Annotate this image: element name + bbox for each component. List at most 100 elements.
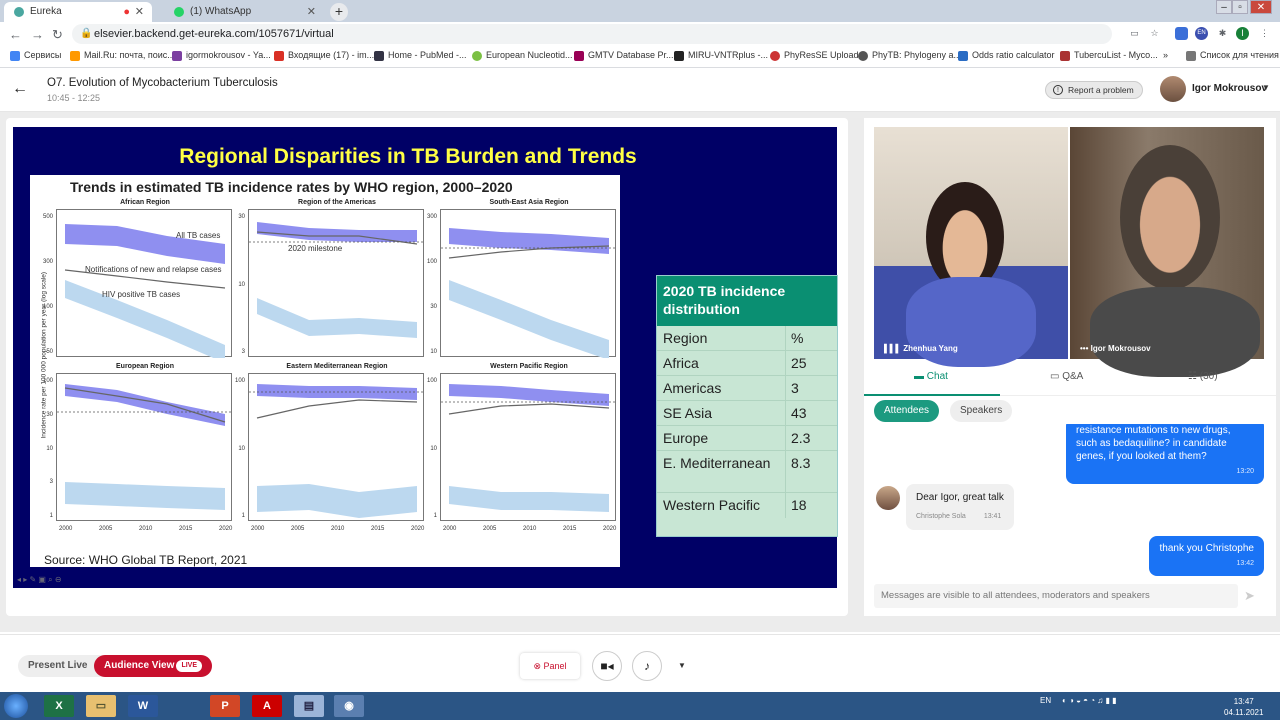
x-tick-label: 2020	[219, 526, 233, 532]
bookmark-item[interactable]: MIRU-VNTRplus -...	[674, 50, 768, 61]
back-icon[interactable]: ←	[9, 27, 22, 42]
bookmark-item[interactable]: GMTV Database Pr...	[574, 50, 674, 61]
audience-view-button[interactable]: Audience View LIVE	[94, 655, 212, 677]
more-icon[interactable]: •••	[1080, 344, 1091, 353]
user-name[interactable]: Igor Mokrousov	[1192, 83, 1267, 94]
microphone-icon: ♪	[644, 659, 650, 673]
new-tab-button[interactable]: +	[330, 3, 348, 21]
os-taskbar: X ▭ W P A ▤ ◉ EN ◐ ◑ ◒ ◓ ◔ ♫ ▮ ▮ 13:47 04…	[0, 692, 1280, 720]
chrome-icon[interactable]: ◉	[334, 695, 364, 717]
panel-plot	[249, 384, 425, 518]
bookmark-item[interactable]: PhyTB: Phylogeny a...	[858, 50, 961, 61]
chevron-down-icon[interactable]: ▼	[678, 661, 686, 670]
clock[interactable]: 13:47 04.11.2021	[1224, 696, 1263, 718]
bookmark-item[interactable]: TubercuList - Myco...	[1060, 50, 1158, 61]
y-tick-label: 100	[42, 304, 53, 310]
profile-avatar[interactable]: I	[1236, 27, 1249, 40]
tab-people[interactable]: ☷ (30)	[1188, 371, 1218, 382]
tray-icons[interactable]: ◐ ◑ ◒ ◓ ◔ ♫ ▮ ▮	[1062, 696, 1117, 705]
reading-list-icon	[1186, 51, 1196, 61]
tab-chat[interactable]: ▬ Chat	[914, 371, 948, 382]
puzzle-icon[interactable]: ✱	[1216, 27, 1229, 40]
tab-eureka[interactable]: Eureka ● ✕	[4, 2, 152, 22]
slide-source: Source: WHO Global TB Report, 2021	[44, 553, 248, 567]
x-tick-label: 2000	[59, 526, 73, 532]
notepad-icon[interactable]: ▤	[294, 695, 324, 717]
x-tick-label: 2005	[99, 526, 113, 532]
x-tick-label: 2005	[291, 526, 305, 532]
report-problem-button[interactable]: ! Report a problem	[1045, 81, 1143, 99]
table-row: Western Pacific 18	[657, 493, 837, 518]
reading-list[interactable]: Список для чтения	[1186, 50, 1279, 61]
bookmark-item[interactable]: igormokrousov - Ya...	[172, 50, 271, 61]
reload-icon[interactable]: ↻	[52, 27, 63, 43]
panel-americas: Region of the Americas 30 10 3	[238, 199, 425, 357]
microphone-button[interactable]: ♪	[632, 651, 662, 681]
bookmark-item[interactable]: Odds ratio calculator	[958, 50, 1055, 61]
tab-whatsapp[interactable]: (1) WhatsApp ✕	[164, 2, 324, 22]
extension-shield-icon[interactable]	[1175, 27, 1188, 40]
url-input[interactable]: 🔒 elsevier.backend.get-eureka.com/105767…	[72, 24, 1112, 44]
bookmark-item[interactable]: Mail.Ru: почта, поис...	[70, 50, 175, 61]
star-icon[interactable]: ☆	[1148, 27, 1161, 40]
bookmark-item[interactable]: Сервисы	[10, 50, 61, 61]
control-bar: Present Live Audience View LIVE ⊗ Panel …	[0, 634, 1280, 692]
hiv-band	[65, 482, 225, 510]
explorer-icon[interactable]: ▭	[86, 695, 116, 717]
close-tab-icon[interactable]: ✕	[307, 2, 316, 22]
language-indicator[interactable]: EN	[1040, 696, 1051, 705]
camera-button[interactable]: ■◂	[592, 651, 622, 681]
notification-line	[448, 403, 610, 415]
user-avatar[interactable]	[1160, 76, 1186, 102]
back-arrow-icon[interactable]: ←	[12, 80, 28, 98]
word-icon[interactable]: W	[128, 695, 158, 717]
gmtv-icon	[574, 51, 584, 61]
globe-icon	[858, 51, 868, 61]
bookmark-item[interactable]: European Nucleotid...	[472, 50, 573, 61]
menu-icon[interactable]: ⋮	[1258, 27, 1271, 40]
cast-icon[interactable]: ▭	[1128, 27, 1141, 40]
chat-input[interactable]: Messages are visible to all attendees, m…	[874, 584, 1238, 608]
forward-icon[interactable]: →	[31, 27, 44, 42]
x-tick-label: 2010	[139, 526, 153, 532]
apps-icon	[10, 51, 20, 61]
send-icon[interactable]: ➤	[1244, 588, 1255, 604]
maximize-button[interactable]: ▫	[1232, 0, 1248, 14]
message-meta: Christophe Sola 13:41	[916, 513, 1002, 520]
slide-toolbar[interactable]: ◂ ▸ ✎ ▣ ⌕ ⊖	[17, 575, 62, 585]
annotation-milestone: 2020 milestone	[288, 244, 343, 253]
bookmarks-bar: Сервисы Mail.Ru: почта, поис... igormokr…	[0, 46, 1280, 68]
distribution-title: 2020 TB incidence distribution	[657, 276, 837, 326]
y-tick-label: 100	[234, 378, 245, 384]
windows-start-icon[interactable]	[4, 694, 28, 718]
minimize-button[interactable]: –	[1216, 0, 1232, 14]
filter-speakers[interactable]: Speakers	[950, 400, 1013, 422]
bookmark-item[interactable]: Home - PubMed -...	[374, 50, 467, 61]
panel-european-region: European Region 100 30 10 3 1 2000 2005 2010 2015…	[43, 363, 233, 532]
tab-qa[interactable]: ▭ Q&A	[1050, 371, 1083, 382]
close-tab-icon[interactable]: ✕	[135, 2, 144, 22]
ena-icon	[472, 51, 482, 61]
close-window-button[interactable]: ✕	[1250, 0, 1272, 14]
panel-button[interactable]: ⊗ Panel	[520, 653, 580, 679]
present-live-button[interactable]: Present Live	[28, 660, 87, 671]
chevron-down-icon[interactable]: ▼	[1262, 83, 1270, 92]
table-row: Europe 2.3	[657, 426, 837, 451]
powerpoint-icon[interactable]: P	[210, 695, 240, 717]
more-bookmarks-icon[interactable]: »	[1163, 50, 1168, 60]
bookmark-item[interactable]: PhyResSE Upload	[770, 50, 859, 61]
annotation-notifications: Notifications of new and relapse cases	[85, 265, 222, 274]
info-icon: !	[1053, 85, 1063, 95]
bookmark-item[interactable]: Входящие (17) - im...	[274, 50, 374, 61]
acrobat-icon[interactable]: A	[252, 695, 282, 717]
chat-message-sent: resistance mutations to new drugs, such …	[1066, 424, 1264, 484]
hiv-band	[449, 486, 609, 512]
x-tick-label: 2020	[603, 526, 617, 532]
excel-icon[interactable]: X	[44, 695, 74, 717]
y-tick-label: 1	[49, 513, 53, 519]
incidence-band	[65, 224, 225, 264]
figure-title: Trends in estimated TB incidence rates b…	[70, 179, 513, 195]
translate-extension-icon[interactable]: EN	[1195, 27, 1208, 40]
distribution-table: 2020 TB incidence distribution Region% A…	[656, 275, 838, 537]
filter-attendees[interactable]: Attendees	[874, 400, 940, 422]
